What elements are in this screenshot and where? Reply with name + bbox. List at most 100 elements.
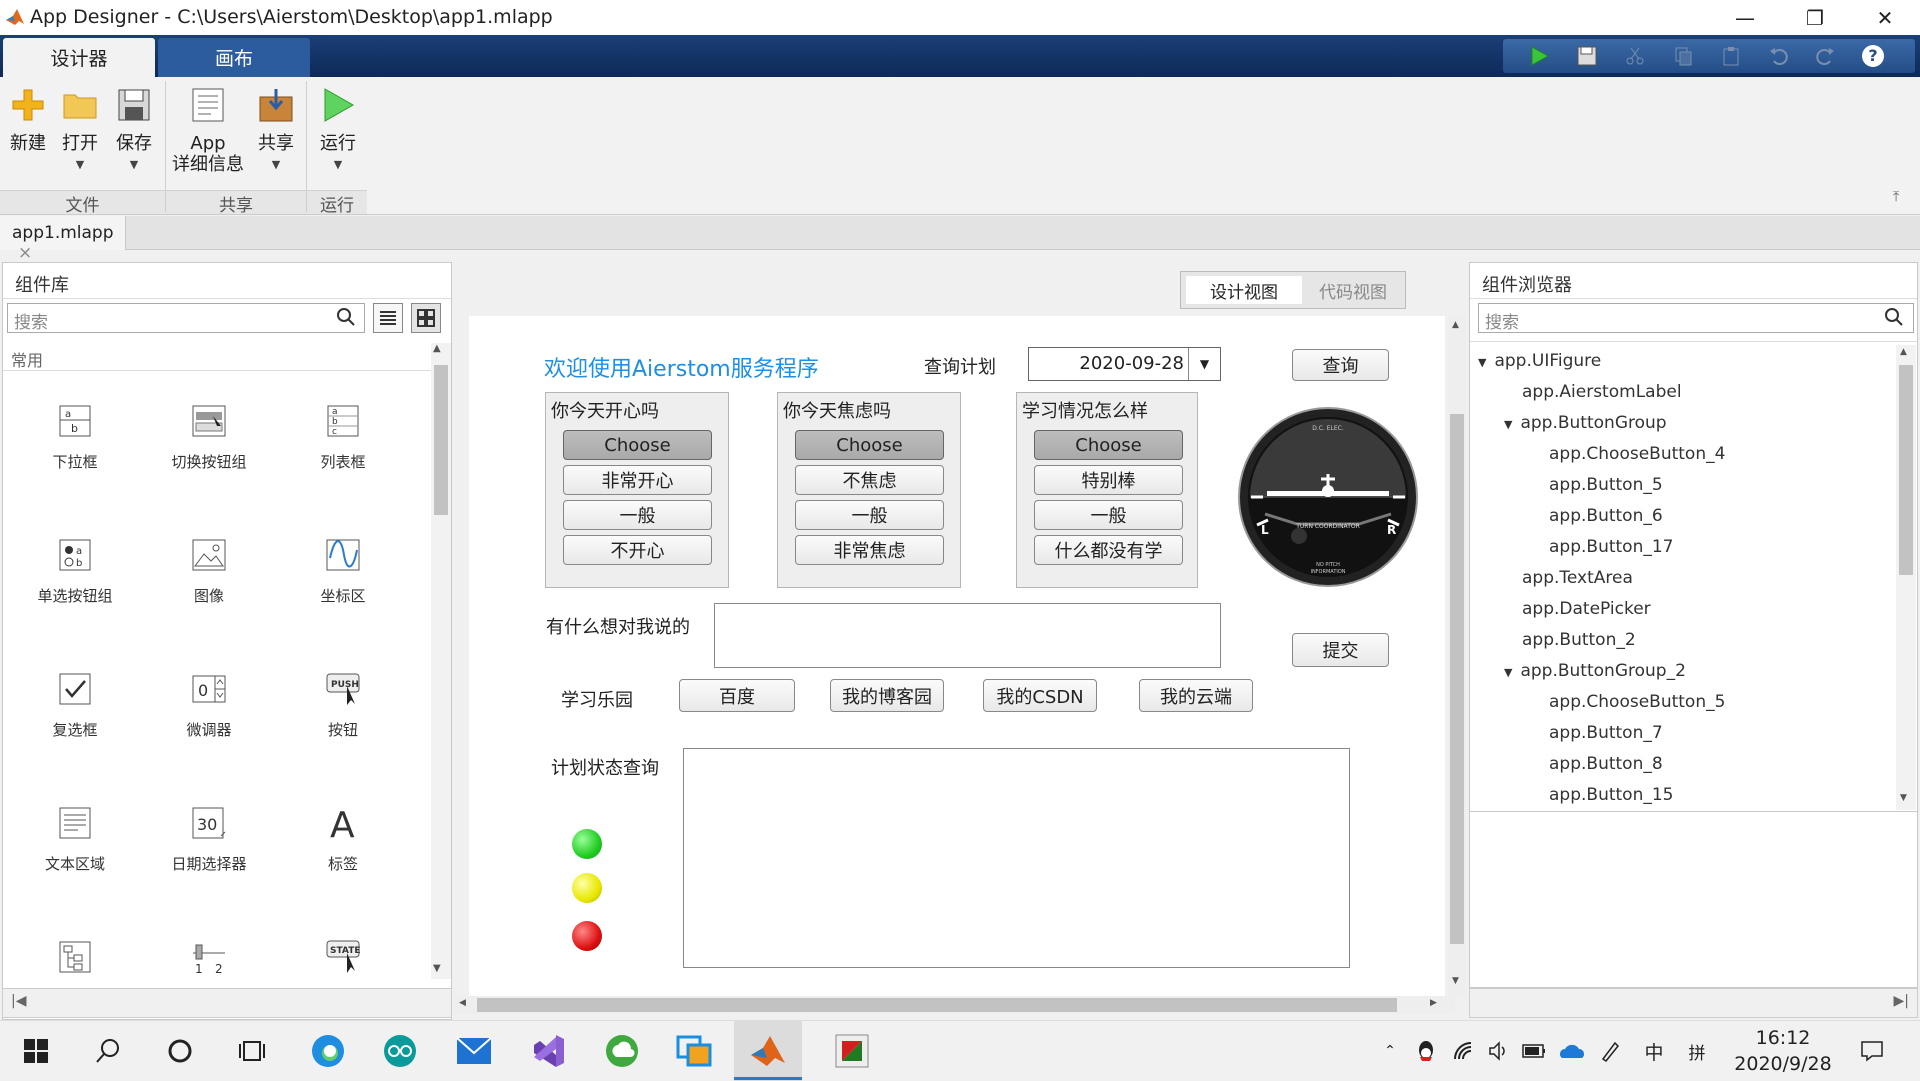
task-view-icon[interactable] — [218, 1021, 286, 1081]
chevron-up-icon[interactable]: ⌃ — [1378, 1021, 1402, 1081]
scroll-down-icon[interactable]: ▼ — [1452, 976, 1459, 986]
blog-link-button[interactable]: 我的博客园 — [830, 679, 944, 712]
volume-icon[interactable] — [1486, 1021, 1512, 1081]
choose-button[interactable]: Choose — [795, 430, 944, 460]
very-happy-button[interactable]: 非常开心 — [563, 465, 712, 495]
run-button[interactable]: 运行 ▼ — [316, 85, 360, 175]
component-dropdown[interactable]: ab 下拉框 — [10, 393, 140, 527]
help-icon[interactable]: ? — [1856, 40, 1890, 72]
expand-icon[interactable]: ▼ — [1504, 666, 1512, 679]
csdn-link-button[interactable]: 我的CSDN — [983, 679, 1097, 712]
date-picker[interactable]: 2020-09-28 ▼ — [1028, 347, 1221, 381]
tree-node[interactable]: app.Button_8 — [1549, 754, 1663, 774]
status-text-area[interactable] — [683, 748, 1350, 968]
message-text-area[interactable] — [714, 603, 1221, 668]
tree-node[interactable]: app.Button_17 — [1549, 537, 1673, 557]
document-tab[interactable]: app1.mlapp × — [0, 216, 126, 263]
expand-icon[interactable]: ▼ — [1504, 418, 1512, 431]
tree-node[interactable]: app.Button_7 — [1549, 723, 1663, 743]
run-icon[interactable] — [1522, 40, 1556, 72]
save-icon[interactable] — [1570, 40, 1604, 72]
windows-start-icon[interactable] — [2, 1021, 70, 1081]
copy-icon[interactable] — [1666, 40, 1700, 72]
tree-node[interactable]: app.AierstomLabel — [1522, 382, 1682, 402]
share-button[interactable]: 共享 ▼ — [254, 85, 298, 175]
tab-canvas[interactable]: 画布 — [158, 38, 310, 77]
canvas-hscroll-thumb[interactable] — [477, 998, 1397, 1012]
scroll-up-icon[interactable]: ▲ — [433, 343, 441, 354]
component-checkbox[interactable]: 复选框 — [10, 661, 140, 795]
cloud-sync-icon[interactable] — [588, 1021, 656, 1081]
browser-search-input[interactable]: 搜索 — [1478, 303, 1914, 333]
list-view-icon[interactable] — [373, 303, 403, 333]
pen-icon[interactable] — [1597, 1021, 1623, 1081]
canvas-vertical-scrollbar[interactable]: ▲ ▼ — [1448, 316, 1466, 996]
query-button[interactable]: 查询 — [1292, 349, 1389, 381]
collapse-ribbon-icon[interactable]: ⤒ — [1893, 189, 1899, 205]
battery-icon[interactable] — [1520, 1021, 1548, 1081]
remote-desktop-icon[interactable] — [660, 1021, 728, 1081]
browser-scroll-thumb[interactable] — [1899, 365, 1913, 575]
date-dropdown-icon[interactable]: ▼ — [1188, 348, 1220, 380]
scroll-down-icon[interactable]: ▼ — [433, 963, 441, 974]
tree-node[interactable]: app.Button_5 — [1549, 475, 1663, 495]
component-toggle-button-group[interactable]: 切换按钮组 — [144, 393, 274, 527]
component-listbox[interactable]: abc 列表框 — [278, 393, 408, 527]
component-spinner[interactable]: 0 微调器 — [144, 661, 274, 795]
learned-nothing-button[interactable]: 什么都没有学 — [1034, 535, 1183, 565]
tree-node[interactable]: app.Button_6 — [1549, 506, 1663, 526]
tab-designer[interactable]: 设计器 — [3, 38, 155, 77]
search-icon[interactable] — [336, 307, 358, 329]
edge-browser-icon[interactable] — [294, 1021, 362, 1081]
scroll-up-icon[interactable]: ▲ — [1900, 347, 1907, 357]
expand-icon[interactable]: ▼ — [1478, 356, 1486, 369]
close-tab-icon[interactable]: × — [18, 243, 32, 263]
library-scrollbar[interactable] — [431, 343, 451, 979]
restore-button[interactable]: ❐ — [1780, 0, 1850, 35]
browser-scrollbar[interactable]: ▲ ▼ — [1896, 345, 1916, 810]
design-view-tab[interactable]: 设计视图 — [1186, 276, 1302, 304]
notification-icon[interactable] — [1852, 1021, 1892, 1081]
normal-button[interactable]: 一般 — [563, 500, 712, 530]
undo-icon[interactable] — [1762, 40, 1796, 72]
component-text-area[interactable]: 文本区域 — [10, 795, 140, 929]
canvas-vscroll-thumb[interactable] — [1450, 414, 1464, 944]
matlab-taskbar-icon[interactable] — [734, 1021, 802, 1081]
normal-button[interactable]: 一般 — [795, 500, 944, 530]
visual-studio-icon[interactable] — [514, 1021, 582, 1081]
baidu-link-button[interactable]: 百度 — [679, 679, 795, 712]
tree-node[interactable]: app.TextArea — [1522, 568, 1633, 588]
tree-node[interactable]: app.Button_2 — [1522, 630, 1636, 650]
scroll-right-icon[interactable]: ▶ — [1430, 998, 1437, 1008]
qq-icon[interactable] — [1413, 1021, 1439, 1081]
save-button[interactable]: 保存 ▼ — [112, 85, 156, 175]
scroll-down-icon[interactable]: ▼ — [1900, 793, 1907, 803]
library-scroll-thumb[interactable] — [434, 365, 448, 515]
submit-button[interactable]: 提交 — [1292, 633, 1389, 667]
not-anxious-button[interactable]: 不焦虑 — [795, 465, 944, 495]
component-label[interactable]: A 标签 — [278, 795, 408, 929]
canvas-horizontal-scrollbar[interactable]: ◀ ▶ — [455, 996, 1455, 1014]
ime-pinyin-indicator[interactable]: 拼 — [1682, 1021, 1712, 1081]
choose-button[interactable]: Choose — [1034, 430, 1183, 460]
grid-view-icon[interactable] — [411, 303, 441, 333]
search-icon[interactable] — [1884, 307, 1906, 329]
component-image[interactable]: 图像 — [144, 527, 274, 661]
scroll-left-icon[interactable]: ◀ — [459, 998, 466, 1008]
app-details-button[interactable]: App 详细信息 — [172, 85, 244, 175]
code-view-tab[interactable]: 代码视图 — [1304, 276, 1402, 304]
tree-node[interactable]: app.ChooseButton_4 — [1549, 444, 1725, 464]
clock[interactable]: 16:12 2020/9/28 — [1728, 1025, 1838, 1077]
normal-button[interactable]: 一般 — [1034, 500, 1183, 530]
component-button[interactable]: PUSH 按钮 — [278, 661, 408, 795]
library-search-input[interactable]: 搜索 — [7, 303, 365, 333]
tree-node[interactable]: ▼ app.ButtonGroup_2 — [1504, 661, 1686, 681]
close-window-button[interactable]: ✕ — [1850, 0, 1920, 35]
tree-node[interactable]: app.Button_15 — [1549, 785, 1673, 805]
cut-icon[interactable] — [1618, 40, 1652, 72]
tree-node[interactable]: ▼ app.ButtonGroup — [1504, 413, 1667, 433]
search-icon[interactable] — [74, 1021, 142, 1081]
unhappy-button[interactable]: 不开心 — [563, 535, 712, 565]
arduino-icon[interactable] — [366, 1021, 434, 1081]
cloud-link-button[interactable]: 我的云端 — [1139, 679, 1253, 712]
